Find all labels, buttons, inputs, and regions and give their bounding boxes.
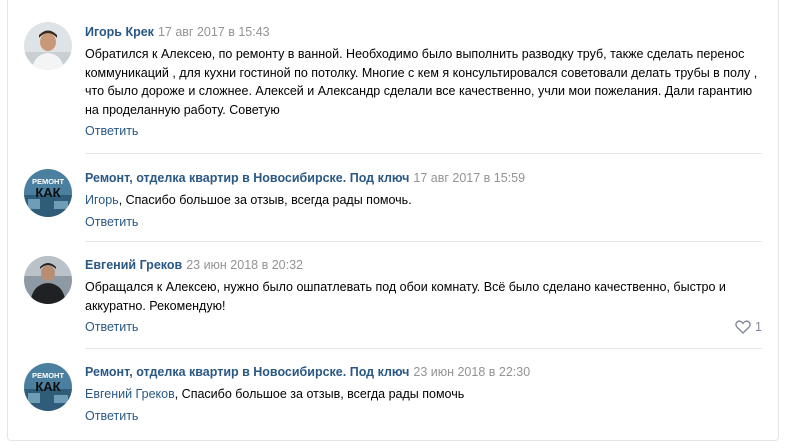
comment-date[interactable]: 17 авг 2017 в 15:43 — [158, 25, 270, 39]
separator — [85, 348, 762, 349]
heart-icon — [735, 320, 751, 334]
like-count: 1 — [755, 320, 762, 334]
comment-text-body: , Спасибо большое за отзыв, всегда рады … — [174, 387, 465, 401]
mention-link[interactable]: Игорь — [85, 193, 119, 207]
avatar-label: КАК — [35, 185, 60, 200]
mention-link[interactable]: Евгений Греков — [85, 387, 175, 401]
comment-author[interactable]: Евгений Греков — [85, 258, 182, 272]
avatar-igor-krek[interactable] — [24, 22, 72, 70]
separator — [85, 241, 762, 242]
comment-text: Обращался к Алексею, нужно было ошпатлев… — [85, 280, 726, 313]
avatar-remont-group[interactable]: РЕМОНТ КАК — [24, 363, 72, 411]
comment-text: Игорь, Спасибо большое за отзыв, всегда … — [85, 191, 762, 210]
avatar-remont-group[interactable]: РЕМОНТ КАК — [24, 169, 72, 217]
comment-date[interactable]: 23 июн 2018 в 20:32 — [186, 258, 303, 272]
reply-button[interactable]: Ответить — [85, 215, 138, 229]
comment-date[interactable]: 23 июн 2018 в 22:30 — [413, 365, 530, 379]
reply-button[interactable]: Ответить — [85, 320, 138, 334]
comment-author[interactable]: Ремонт, отделка квартир в Новосибирске. … — [85, 365, 409, 379]
comment-text: Обратился к Алексею, по ремонту в ванной… — [85, 47, 758, 117]
like-button[interactable]: 1 — [735, 318, 762, 336]
comments-panel: Игорь Крек 17 авг 2017 в 15:43 Обратился … — [7, 0, 779, 441]
comment-author[interactable]: Ремонт, отделка квартир в Новосибирске. … — [85, 171, 409, 185]
comment-text: Евгений Греков, Спасибо большое за отзыв… — [85, 385, 762, 404]
avatar-evgeny-grekov[interactable] — [24, 256, 72, 304]
avatar-label: КАК — [35, 379, 60, 394]
separator — [85, 153, 762, 154]
comment-date[interactable]: 17 авг 2017 в 15:59 — [413, 171, 525, 185]
comment-author[interactable]: Игорь Крек — [85, 25, 154, 39]
reply-button[interactable]: Ответить — [85, 409, 138, 423]
reply-button[interactable]: Ответить — [85, 124, 138, 138]
comment-text-body: , Спасибо большое за отзыв, всегда рады … — [118, 193, 412, 207]
